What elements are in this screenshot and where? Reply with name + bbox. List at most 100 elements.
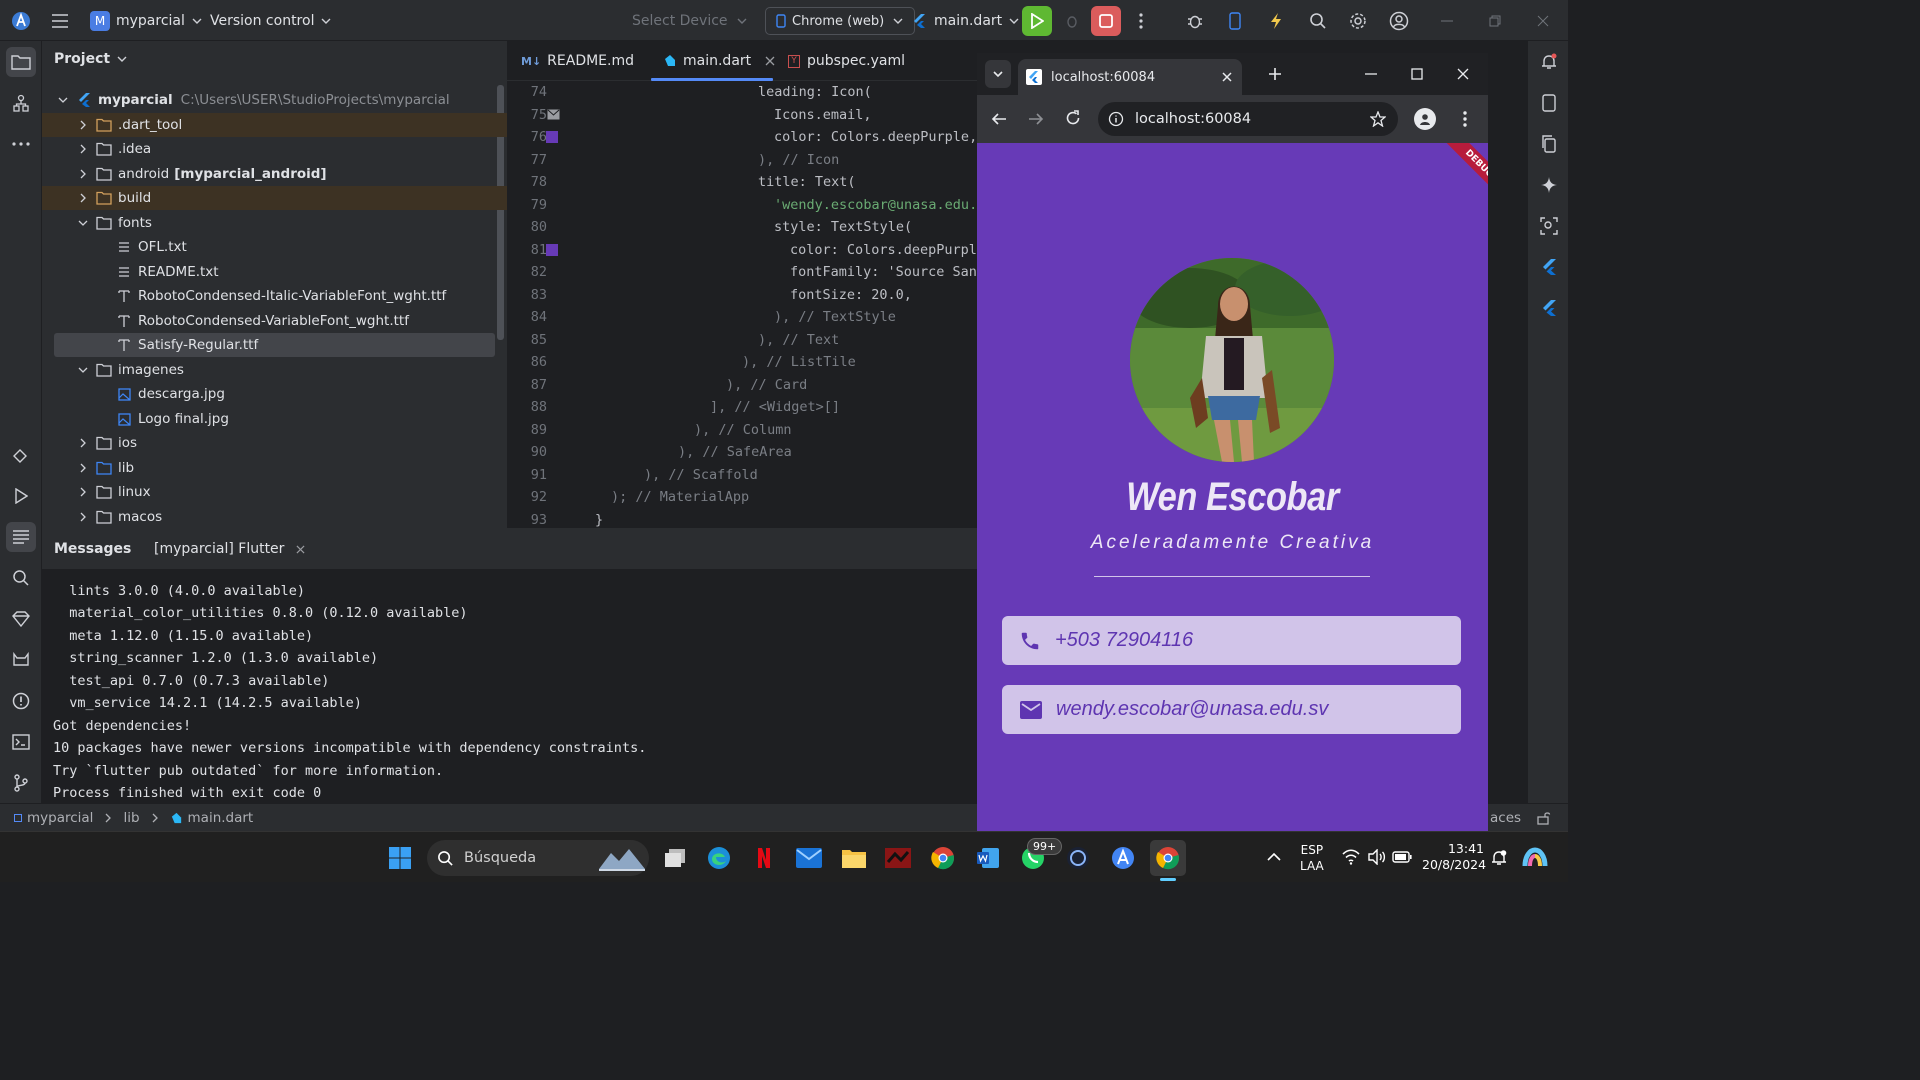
account-button[interactable]	[1384, 6, 1414, 36]
notifications-button[interactable]	[1534, 47, 1564, 77]
notification-bell-icon[interactable]	[1490, 849, 1508, 867]
chrome-profile-button[interactable]	[925, 840, 961, 876]
layout-inspector-button[interactable]	[1534, 211, 1564, 241]
close-icon[interactable]	[765, 56, 775, 66]
back-icon[interactable]	[991, 111, 1007, 127]
close-icon[interactable]	[1222, 72, 1232, 82]
device-file-explorer-button[interactable]	[1534, 88, 1564, 118]
git-tool-button[interactable]	[6, 768, 36, 798]
word-button[interactable]	[970, 840, 1006, 876]
close-ide-button[interactable]	[1528, 6, 1558, 36]
tree-item-logo[interactable]: Logo final.jpg	[42, 407, 507, 431]
logcat-tool-button[interactable]	[6, 645, 36, 675]
color-swatch[interactable]	[546, 243, 558, 256]
color-swatch[interactable]	[546, 131, 558, 143]
breadcrumb-item[interactable]: myparcial	[27, 810, 93, 826]
messages-output[interactable]: lints 3.0.0 (4.0.0 available) material_c…	[42, 570, 977, 804]
build-tool-button[interactable]	[6, 440, 36, 470]
phone-card[interactable]: +503 72904116	[1002, 616, 1461, 665]
whatsapp-button[interactable]: 99+	[1015, 838, 1063, 876]
project-view-selector[interactable]: Project	[54, 51, 128, 67]
breadcrumb-item[interactable]: lib	[123, 810, 139, 826]
more-actions-button[interactable]	[1126, 6, 1156, 36]
settings-button[interactable]	[1343, 6, 1373, 36]
email-card[interactable]: wendy.escobar@unasa.edu.sv	[1002, 685, 1461, 734]
target-selector[interactable]: Chrome (web)	[765, 7, 916, 35]
debug-button[interactable]	[1057, 6, 1087, 36]
edge-button[interactable]	[701, 840, 737, 876]
restore-ide-button[interactable]	[1480, 6, 1510, 36]
tree-root[interactable]: myparcial C:\Users\USER\StudioProjects\m…	[42, 88, 507, 112]
tab-readme[interactable]: M↓ README.md	[521, 41, 634, 81]
volume-icon[interactable]	[1368, 849, 1386, 865]
project-tool-button[interactable]	[6, 47, 36, 77]
star-icon[interactable]	[1370, 111, 1386, 127]
tab-pubspec[interactable]: Y pubspec.yaml	[788, 41, 905, 81]
netflix-button[interactable]	[746, 840, 782, 876]
tree-item-fonts[interactable]: fonts	[42, 211, 507, 235]
close-icon[interactable]	[296, 544, 305, 554]
tree-item-readme-txt[interactable]: README.txt	[42, 260, 507, 284]
structure-tool-button[interactable]	[6, 88, 36, 118]
close-icon[interactable]	[1457, 68, 1469, 80]
tree-item-lib[interactable]: lib	[42, 456, 507, 480]
clock[interactable]: 13:41 20/8/2024	[1422, 841, 1486, 873]
site-info-icon[interactable]	[1108, 111, 1124, 127]
tree-item-font-italic[interactable]: RobotoCondensed-Italic-VariableFont_wght…	[42, 284, 507, 308]
chevron-up-icon[interactable]	[1267, 852, 1281, 862]
wifi-icon[interactable]	[1342, 849, 1360, 865]
chrome-button[interactable]	[1150, 840, 1186, 876]
main-menu-icon[interactable]	[45, 6, 75, 36]
status-right-text[interactable]: aces	[1490, 810, 1521, 826]
forward-icon[interactable]	[1028, 111, 1044, 127]
start-button[interactable]	[382, 840, 418, 876]
minimize-icon[interactable]	[1365, 73, 1377, 75]
problems-tool-button[interactable]	[6, 686, 36, 716]
version-control-menu[interactable]: Version control	[210, 0, 332, 41]
messages-tool-button[interactable]	[6, 522, 36, 552]
project-switcher[interactable]: M myparcial	[90, 0, 203, 41]
tab-search-button[interactable]	[985, 60, 1011, 88]
mail-button[interactable]	[791, 840, 827, 876]
tree-item-dart-tool[interactable]: .dart_tool	[42, 113, 507, 137]
find-tool-button[interactable]	[6, 563, 36, 593]
app-button-circle[interactable]	[1060, 840, 1096, 876]
android-studio-button[interactable]	[1105, 840, 1141, 876]
android-studio-logo-icon[interactable]	[6, 6, 36, 36]
tree-item-macos[interactable]: macos	[42, 505, 507, 529]
file-explorer-button[interactable]	[836, 840, 872, 876]
tree-item-satisfy[interactable]: Satisfy-Regular.ttf	[54, 333, 495, 357]
tree-item-android[interactable]: android [myparcial_android]	[42, 162, 507, 186]
ai-assistant-button[interactable]	[1534, 170, 1564, 200]
more-tools-button[interactable]	[6, 129, 36, 159]
tree-item-ios[interactable]: ios	[42, 431, 507, 455]
tree-item-ofl[interactable]: OFL.txt	[42, 235, 507, 259]
flutter-inspector-button[interactable]	[1534, 252, 1564, 282]
run-button[interactable]	[1022, 6, 1052, 36]
hot-reload-button[interactable]	[1261, 6, 1291, 36]
profile-avatar[interactable]	[1414, 108, 1436, 130]
reload-icon[interactable]	[1065, 110, 1081, 126]
running-devices-button[interactable]	[1534, 129, 1564, 159]
tree-item-idea[interactable]: .idea	[42, 137, 507, 161]
attach-debugger-button[interactable]	[1180, 6, 1210, 36]
task-view-button[interactable]	[657, 840, 693, 876]
battery-icon[interactable]	[1392, 851, 1412, 863]
address-bar[interactable]: localhost:60084	[1098, 102, 1398, 136]
minimize-ide-button[interactable]	[1432, 6, 1462, 36]
flutter-performance-button[interactable]	[1534, 293, 1564, 323]
tree-item-imagenes[interactable]: imagenes	[42, 358, 507, 382]
copilot-icon[interactable]	[1522, 846, 1548, 870]
breadcrumb-item[interactable]: main.dart	[188, 810, 254, 826]
lock-open-icon[interactable]	[1537, 811, 1551, 825]
search-everywhere-button[interactable]	[1303, 6, 1333, 36]
tree-item-linux[interactable]: linux	[42, 480, 507, 504]
new-tab-icon[interactable]	[1268, 67, 1282, 81]
tree-item-font-regular[interactable]: RobotoCondensed-VariableFont_wght.ttf	[42, 309, 507, 333]
input-language-indicator[interactable]: ESP LAA	[1300, 842, 1324, 874]
code-editor[interactable]: 74 leading: Icon( 75 Icons.email, 76 color:…	[507, 41, 977, 528]
device-manager-button[interactable]	[1220, 6, 1250, 36]
run-tool-button[interactable]	[6, 481, 36, 511]
device-selector[interactable]: Select Device	[632, 0, 748, 41]
maximize-icon[interactable]	[1411, 68, 1423, 80]
